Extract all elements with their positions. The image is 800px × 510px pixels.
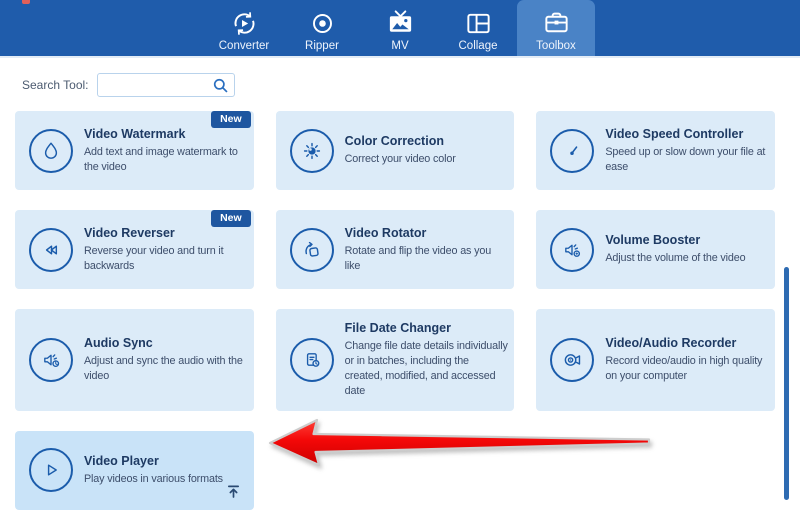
tool-card-text: Audio Sync Adjust and sync the audio wit… — [84, 336, 250, 384]
search-box[interactable] — [97, 73, 235, 97]
tool-icon-circle — [290, 129, 334, 173]
tool-icon-circle — [550, 228, 594, 272]
tab-mv[interactable]: MV — [361, 0, 439, 56]
tool-icon-circle — [29, 228, 73, 272]
tool-title: Color Correction — [345, 134, 458, 148]
tool-grid: New Video Watermark Add text and image w… — [15, 111, 775, 510]
tool-card-text: Video Rotator Rotate and flip the video … — [345, 226, 511, 274]
speedometer-icon — [559, 138, 585, 164]
search-input[interactable] — [98, 74, 287, 96]
tab-converter[interactable]: Converter — [205, 0, 283, 56]
tool-card-text: Color Correction Correct your video colo… — [345, 134, 458, 167]
tool-icon-circle — [29, 129, 73, 173]
tool-title: Video Player — [84, 454, 225, 468]
tool-card-text: File Date Changer Change file date detai… — [345, 321, 511, 399]
tool-card-video-reverser[interactable]: New Video Reverser Reverse your video an… — [15, 210, 254, 289]
sun-icon — [299, 138, 325, 164]
vertical-scrollbar-thumb[interactable] — [784, 267, 789, 500]
tab-label: Collage — [459, 40, 498, 52]
rewind-icon — [38, 237, 64, 263]
nav-tabs: Converter Ripper MV Collage Toolbox — [205, 0, 595, 56]
tool-icon-circle — [290, 228, 334, 272]
recorder-icon — [559, 347, 585, 373]
tool-title: Volume Booster — [605, 233, 747, 247]
tab-label: Ripper — [305, 40, 339, 52]
tool-title: Video Speed Controller — [605, 127, 771, 141]
tool-title: Video Reverser — [84, 226, 250, 240]
top-navigation: Converter Ripper MV Collage Toolbox — [0, 0, 800, 58]
tool-description: Play videos in various formats — [84, 472, 225, 487]
tab-ripper[interactable]: Ripper — [283, 0, 361, 56]
new-badge: New — [211, 210, 251, 227]
watermark-drop-icon — [38, 138, 64, 164]
tool-card-text: Video Watermark Add text and image water… — [84, 127, 250, 175]
tool-description: Speed up or slow down your file at ease — [605, 145, 771, 175]
tab-collage[interactable]: Collage — [439, 0, 517, 56]
tool-description: Adjust and sync the audio with the video — [84, 354, 250, 384]
tool-card-text: Video/Audio Recorder Record video/audio … — [605, 336, 771, 384]
tool-card-audio-sync[interactable]: Audio Sync Adjust and sync the audio wit… — [15, 309, 254, 411]
tool-title: Video Watermark — [84, 127, 250, 141]
file-clock-icon — [299, 347, 325, 373]
collage-icon — [464, 8, 493, 39]
scroll-top-icon[interactable] — [225, 483, 242, 505]
search-label: Search Tool: — [22, 78, 89, 92]
tab-toolbox[interactable]: Toolbox — [517, 0, 595, 56]
tool-card-video-speed-controller[interactable]: Video Speed Controller Speed up or slow … — [536, 111, 775, 190]
tool-title: File Date Changer — [345, 321, 511, 335]
tool-title: Video/Audio Recorder — [605, 336, 771, 350]
tool-icon-circle — [550, 129, 594, 173]
tab-label: Converter — [219, 40, 270, 52]
tool-icon-circle — [290, 338, 334, 382]
search-row: Search Tool: — [22, 73, 800, 97]
tool-card-text: Video Speed Controller Speed up or slow … — [605, 127, 771, 175]
toolbox-icon — [542, 8, 571, 39]
tool-icon-circle — [550, 338, 594, 382]
rotate-icon — [299, 237, 325, 263]
new-badge: New — [211, 111, 251, 128]
tool-card-text: Volume Booster Adjust the volume of the … — [605, 233, 747, 266]
mv-icon — [386, 8, 415, 39]
play-icon — [38, 457, 64, 483]
tool-card-text: Video Reverser Reverse your video and tu… — [84, 226, 250, 274]
tool-description: Record video/audio in high quality on yo… — [605, 354, 771, 384]
logo-fragment — [22, 0, 30, 4]
tool-card-video-audio-recorder[interactable]: Video/Audio Recorder Record video/audio … — [536, 309, 775, 411]
tool-card-video-player[interactable]: Video Player Play videos in various form… — [15, 431, 254, 510]
tool-description: Adjust the volume of the video — [605, 251, 747, 266]
tab-label: Toolbox — [536, 40, 576, 52]
tool-icon-circle — [29, 338, 73, 382]
tool-description: Add text and image watermark to the vide… — [84, 145, 250, 175]
converter-icon — [230, 8, 259, 39]
tool-title: Audio Sync — [84, 336, 250, 350]
tool-card-video-rotator[interactable]: Video Rotator Rotate and flip the video … — [276, 210, 515, 289]
ripper-icon — [308, 8, 337, 39]
volume-plus-icon — [559, 237, 585, 263]
tool-description: Reverse your video and turn it backwards — [84, 244, 250, 274]
speaker-clock-icon — [38, 347, 64, 373]
tool-card-file-date-changer[interactable]: File Date Changer Change file date detai… — [276, 309, 515, 411]
search-icon[interactable] — [212, 77, 229, 99]
tool-card-video-watermark[interactable]: New Video Watermark Add text and image w… — [15, 111, 254, 190]
tool-card-text: Video Player Play videos in various form… — [84, 454, 225, 487]
tool-card-color-correction[interactable]: Color Correction Correct your video colo… — [276, 111, 515, 190]
tool-card-volume-booster[interactable]: Volume Booster Adjust the volume of the … — [536, 210, 775, 289]
tool-description: Change file date details individually or… — [345, 339, 511, 399]
tool-description: Correct your video color — [345, 152, 458, 167]
tool-description: Rotate and flip the video as you like — [345, 244, 511, 274]
tool-title: Video Rotator — [345, 226, 511, 240]
tab-label: MV — [391, 40, 408, 52]
tool-icon-circle — [29, 448, 73, 492]
